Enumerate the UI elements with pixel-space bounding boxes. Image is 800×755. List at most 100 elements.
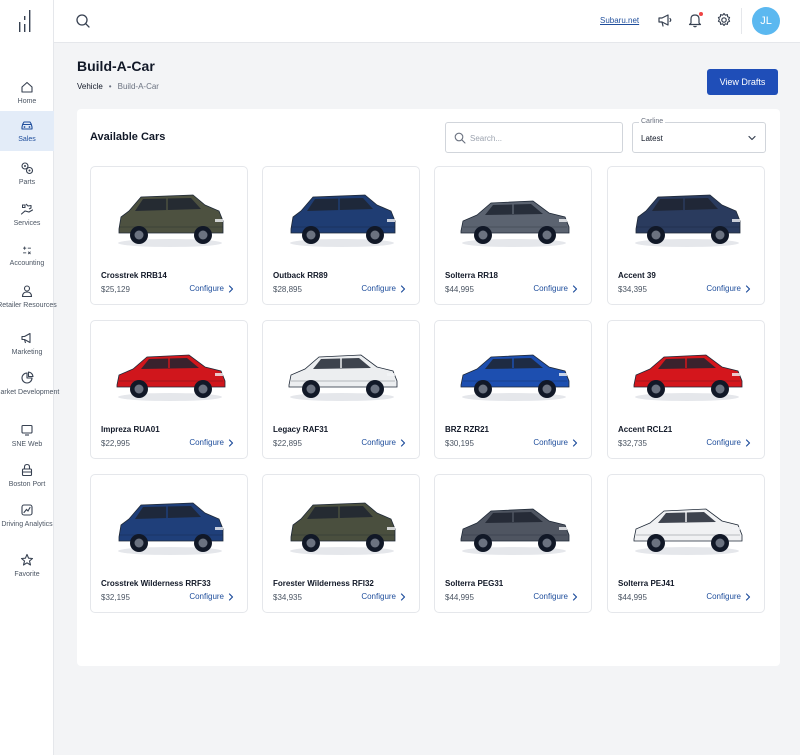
car-image (633, 354, 743, 401)
breadcrumb-separator: • (108, 82, 112, 91)
configure-link[interactable]: Configure (361, 284, 406, 293)
avatar[interactable]: JL (752, 7, 780, 35)
configure-link[interactable]: Configure (189, 592, 234, 601)
search-icon[interactable] (75, 13, 91, 29)
configure-link[interactable]: Configure (189, 284, 234, 293)
search-icon (454, 132, 466, 144)
star-icon (20, 553, 34, 566)
megaphone-icon[interactable] (657, 12, 673, 28)
configure-label: Configure (361, 284, 396, 293)
sidebar-item-home[interactable]: Home (0, 73, 54, 107)
configure-link[interactable]: Configure (706, 592, 751, 601)
sidebar-item-label: Retailer Resources (0, 302, 57, 309)
configure-label: Configure (533, 284, 568, 293)
car-card[interactable]: Crosstrek Wilderness RRF33 $32,195 Configu… (90, 474, 248, 613)
car-image (460, 354, 570, 401)
view-drafts-button[interactable]: View Drafts (707, 69, 778, 95)
home-icon (21, 81, 33, 93)
configure-link[interactable]: Configure (533, 592, 578, 601)
sidebar-item-label: Home (17, 98, 37, 105)
configure-link[interactable]: Configure (706, 284, 751, 293)
sidebar-item-label: Favorite (14, 571, 40, 578)
car-name: BRZ RZR21 (445, 425, 490, 434)
car-price: $25,129 (101, 285, 130, 294)
car-image (116, 354, 226, 401)
car-image (633, 508, 743, 555)
sidebar-item-parts[interactable]: Parts (0, 154, 54, 188)
page-title: Build-A-Car (77, 58, 155, 74)
sidebar: Home Sales Parts Services Accounting Retailer… (0, 0, 59, 755)
sidebar-item-favorite[interactable]: Favorite (0, 546, 54, 580)
car-name: Legacy RAF31 (273, 425, 329, 434)
car-card[interactable]: Solterra PEG31 $44,995 Configure (434, 474, 592, 613)
megaphone-icon (21, 332, 31, 344)
car-image (460, 508, 570, 555)
sidebar-item-label: Driving Analytics (1, 521, 53, 528)
car-card[interactable]: Impreza RUA01 $22,995 Configure (90, 320, 248, 459)
car-card[interactable]: Accent RCL21 $32,735 Configure (607, 320, 765, 459)
sidebar-item-label: SNE Web (11, 441, 43, 448)
chevron-right-icon (228, 592, 234, 601)
wrench-hand-icon (20, 203, 34, 215)
search-field[interactable] (445, 122, 623, 153)
sidebar-item-services[interactable]: Services (0, 195, 54, 229)
gears-icon (21, 162, 34, 175)
car-name: Crosstrek RRB14 (101, 271, 167, 280)
search-input[interactable] (470, 129, 615, 147)
configure-link[interactable]: Configure (533, 284, 578, 293)
configure-link[interactable]: Configure (189, 438, 234, 447)
sidebar-item-label: Parts (18, 179, 36, 186)
configure-link[interactable]: Configure (361, 592, 406, 601)
configure-link[interactable]: Configure (361, 438, 406, 447)
configure-label: Configure (361, 592, 396, 601)
car-price: $30,195 (445, 439, 474, 448)
chevron-right-icon (745, 438, 751, 447)
sidebar-item-accounting[interactable]: Accounting (0, 238, 54, 268)
car-card[interactable]: Crosstrek RRB14 $25,129 Configure (90, 166, 248, 305)
car-name: Solterra PEG31 (445, 579, 504, 588)
notification-dot (699, 12, 703, 16)
chevron-right-icon (400, 592, 406, 601)
lock-box-icon (21, 463, 33, 477)
car-card[interactable]: Solterra PEJ41 $44,995 Configure (607, 474, 765, 613)
car-image (288, 354, 398, 401)
carline-select[interactable]: Carline Latest (632, 118, 766, 153)
car-card[interactable]: Outback RR89 $28,895 Configure (262, 166, 420, 305)
subaru-net-link[interactable]: Subaru.net (600, 16, 639, 25)
configure-label: Configure (706, 438, 741, 447)
car-card[interactable]: BRZ RZR21 $30,195 Configure (434, 320, 592, 459)
sidebar-item-marketing[interactable]: Marketing (0, 324, 54, 358)
sidebar-item-retailer-resources[interactable]: Retailer Resources (0, 277, 57, 317)
car-name: Accent 39 (618, 271, 656, 280)
monitor-icon (21, 424, 33, 436)
person-icon (21, 285, 33, 298)
calculator-icon (23, 246, 31, 255)
car-name: Impreza RUA01 (101, 425, 160, 434)
chevron-right-icon (572, 438, 578, 447)
sidebar-item-sales[interactable]: Sales (0, 111, 54, 151)
chevron-right-icon (400, 438, 406, 447)
breadcrumb: Vehicle • Build-A-Car (77, 82, 159, 91)
gear-icon[interactable] (716, 12, 732, 28)
car-card[interactable]: Solterra RR18 $44,995 Configure (434, 166, 592, 305)
car-price: $28,895 (273, 285, 302, 294)
sidebar-item-driving-analytics[interactable]: Driving Analytics (0, 496, 54, 540)
chevron-right-icon (572, 284, 578, 293)
sidebar-item-sne-web[interactable]: SNE Web (0, 416, 54, 450)
available-cars-panel: Available Cars Carline Latest Crosstrek … (77, 109, 780, 666)
carline-value: Latest (641, 134, 663, 143)
trend-icon (21, 504, 33, 516)
sidebar-item-boston-port[interactable]: Boston Port (0, 456, 54, 490)
car-name: Outback RR89 (273, 271, 328, 280)
configure-link[interactable]: Configure (533, 438, 578, 447)
pie-chart-icon (21, 371, 34, 384)
car-card[interactable]: Legacy RAF31 $22,895 Configure (262, 320, 420, 459)
sidebar-item-market-development[interactable]: Market Development (0, 364, 59, 408)
car-card[interactable]: Forester Wilderness RFI32 $34,935 Configur… (262, 474, 420, 613)
car-image (635, 194, 741, 247)
breadcrumb-item-vehicle[interactable]: Vehicle (77, 82, 103, 91)
sidebar-item-label: Marketing (11, 349, 43, 356)
car-card[interactable]: Accent 39 $34,395 Configure (607, 166, 765, 305)
configure-label: Configure (533, 592, 568, 601)
configure-link[interactable]: Configure (706, 438, 751, 447)
